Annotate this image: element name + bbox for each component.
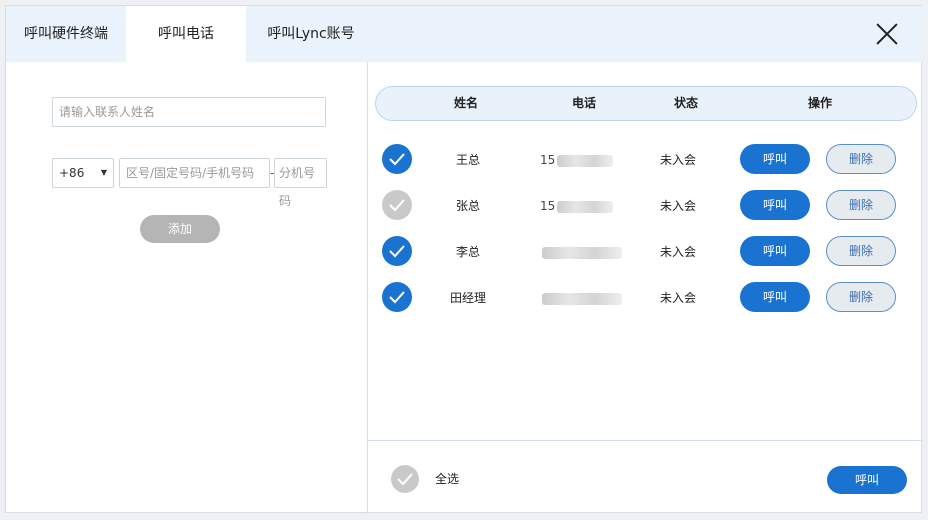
contact-name: 田经理 <box>449 291 486 305</box>
contact-name: 李总 <box>455 245 480 259</box>
extension-input[interactable]: 分机号码 <box>274 158 327 208</box>
add-contact-panel: 请输入联系人姓名 +86 ▼ 区号/固定号码/手机号码 - 分机号码 添加 <box>6 62 368 514</box>
delete-button[interactable]: 删除 <box>826 190 896 220</box>
close-icon[interactable] <box>875 22 899 46</box>
row-checkbox[interactable] <box>382 190 412 220</box>
row-checkbox[interactable] <box>382 282 412 312</box>
table-row: 王总 15 未入会 呼叫 删除 <box>368 137 923 183</box>
check-icon <box>389 199 405 212</box>
add-button[interactable]: 添加 <box>140 215 220 243</box>
call-button[interactable]: 呼叫 <box>740 144 810 174</box>
call-selected-button[interactable]: 呼叫 <box>827 466 907 494</box>
check-icon <box>389 291 405 304</box>
footer-divider <box>368 440 923 441</box>
select-all-label: 全选 <box>435 472 460 486</box>
delete-button[interactable]: 删除 <box>826 236 896 266</box>
header-name: 姓名 <box>453 96 478 110</box>
check-icon <box>389 245 405 258</box>
contact-phone <box>540 229 622 275</box>
contact-status: 未入会 <box>659 245 696 259</box>
delete-button[interactable]: 删除 <box>826 282 896 312</box>
phone-number-input[interactable]: 区号/固定号码/手机号码 <box>119 158 270 188</box>
delete-button[interactable]: 删除 <box>826 144 896 174</box>
dropdown-arrow-icon: ▼ <box>100 168 107 177</box>
call-button[interactable]: 呼叫 <box>740 190 810 220</box>
table-row: 田经理 未入会 呼叫 删除 <box>368 275 923 321</box>
table-row: 张总 15 未入会 呼叫 删除 <box>368 183 923 229</box>
check-icon <box>389 153 405 166</box>
tab-phone[interactable]: 呼叫电话 <box>126 6 246 62</box>
contact-list-panel: 姓名 电话 状态 操作 王总 15 未入会 呼叫 删除 张总 15 未入会 呼叫… <box>368 62 923 514</box>
check-icon <box>397 473 413 486</box>
country-code-value: +86 <box>59 166 85 180</box>
header-actions: 操作 <box>807 96 832 110</box>
row-checkbox[interactable] <box>382 236 412 266</box>
call-button[interactable]: 呼叫 <box>740 282 810 312</box>
header-phone: 电话 <box>571 96 596 110</box>
tab-lync-account[interactable]: 呼叫Lync账号 <box>246 6 376 62</box>
row-checkbox[interactable] <box>382 144 412 174</box>
country-code-select[interactable]: +86 ▼ <box>52 158 114 188</box>
contact-name: 张总 <box>455 199 480 213</box>
dialog-header: 呼叫硬件终端 呼叫电话 呼叫Lync账号 <box>6 6 923 62</box>
contact-status: 未入会 <box>659 153 696 167</box>
contact-phone <box>540 275 622 321</box>
contact-name-input[interactable]: 请输入联系人姓名 <box>52 97 326 127</box>
contact-phone: 15 <box>540 137 622 183</box>
contact-phone: 15 <box>540 183 622 229</box>
contact-status: 未入会 <box>659 291 696 305</box>
header-status: 状态 <box>673 96 698 110</box>
contact-status: 未入会 <box>659 199 696 213</box>
call-button[interactable]: 呼叫 <box>740 236 810 266</box>
call-dialog: 呼叫硬件终端 呼叫电话 呼叫Lync账号 请输入联系人姓名 +86 ▼ 区号/固… <box>5 5 923 514</box>
select-all-checkbox[interactable] <box>391 465 419 493</box>
table-row: 李总 未入会 呼叫 删除 <box>368 229 923 275</box>
contact-name: 王总 <box>455 153 480 167</box>
table-header: 姓名 电话 状态 操作 <box>375 86 917 121</box>
tab-hardware-terminal[interactable]: 呼叫硬件终端 <box>6 6 126 62</box>
